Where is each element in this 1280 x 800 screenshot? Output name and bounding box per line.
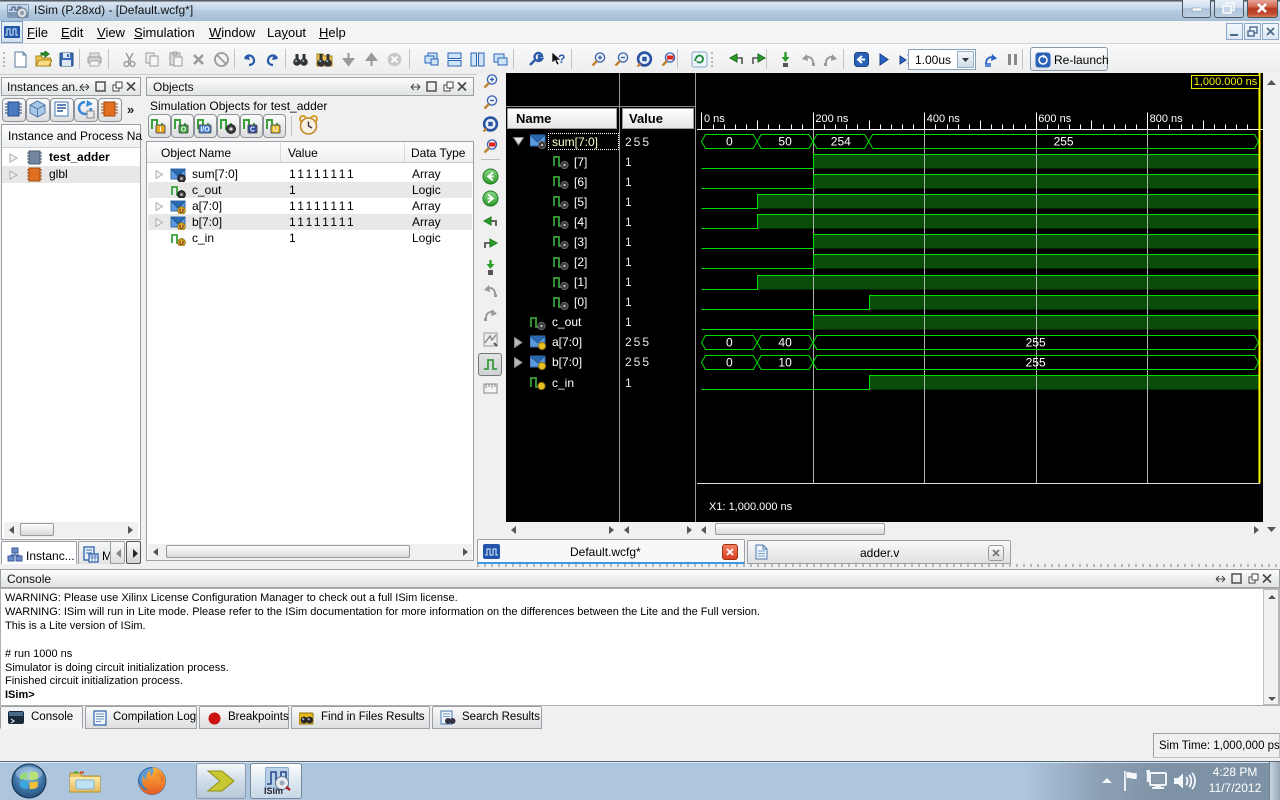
svg-text:O: O bbox=[181, 127, 187, 134]
svg-text:U: U bbox=[273, 127, 278, 134]
svg-text:600 ns: 600 ns bbox=[1038, 113, 1072, 125]
svg-text:0: 0 bbox=[726, 356, 733, 370]
svg-text:0: 0 bbox=[726, 336, 733, 350]
svg-text:C: C bbox=[250, 127, 255, 134]
svg-text:0 ns: 0 ns bbox=[704, 113, 725, 125]
svg-text:255: 255 bbox=[1054, 135, 1074, 149]
svg-text:I: I bbox=[160, 127, 162, 134]
svg-text:255: 255 bbox=[1026, 356, 1046, 370]
svg-text:50: 50 bbox=[778, 135, 792, 149]
svg-text:400 ns: 400 ns bbox=[927, 113, 961, 125]
svg-text:255: 255 bbox=[1026, 336, 1046, 350]
svg-text:?: ? bbox=[558, 52, 565, 66]
svg-text:40: 40 bbox=[778, 336, 792, 350]
svg-text:U: U bbox=[179, 240, 184, 246]
svg-text:10: 10 bbox=[778, 356, 792, 370]
svg-text:0: 0 bbox=[726, 135, 733, 149]
svg-text:254: 254 bbox=[831, 135, 851, 149]
svg-text:200 ns: 200 ns bbox=[815, 113, 849, 125]
svg-text:800 ns: 800 ns bbox=[1150, 113, 1184, 125]
svg-text:I/O: I/O bbox=[200, 127, 210, 134]
